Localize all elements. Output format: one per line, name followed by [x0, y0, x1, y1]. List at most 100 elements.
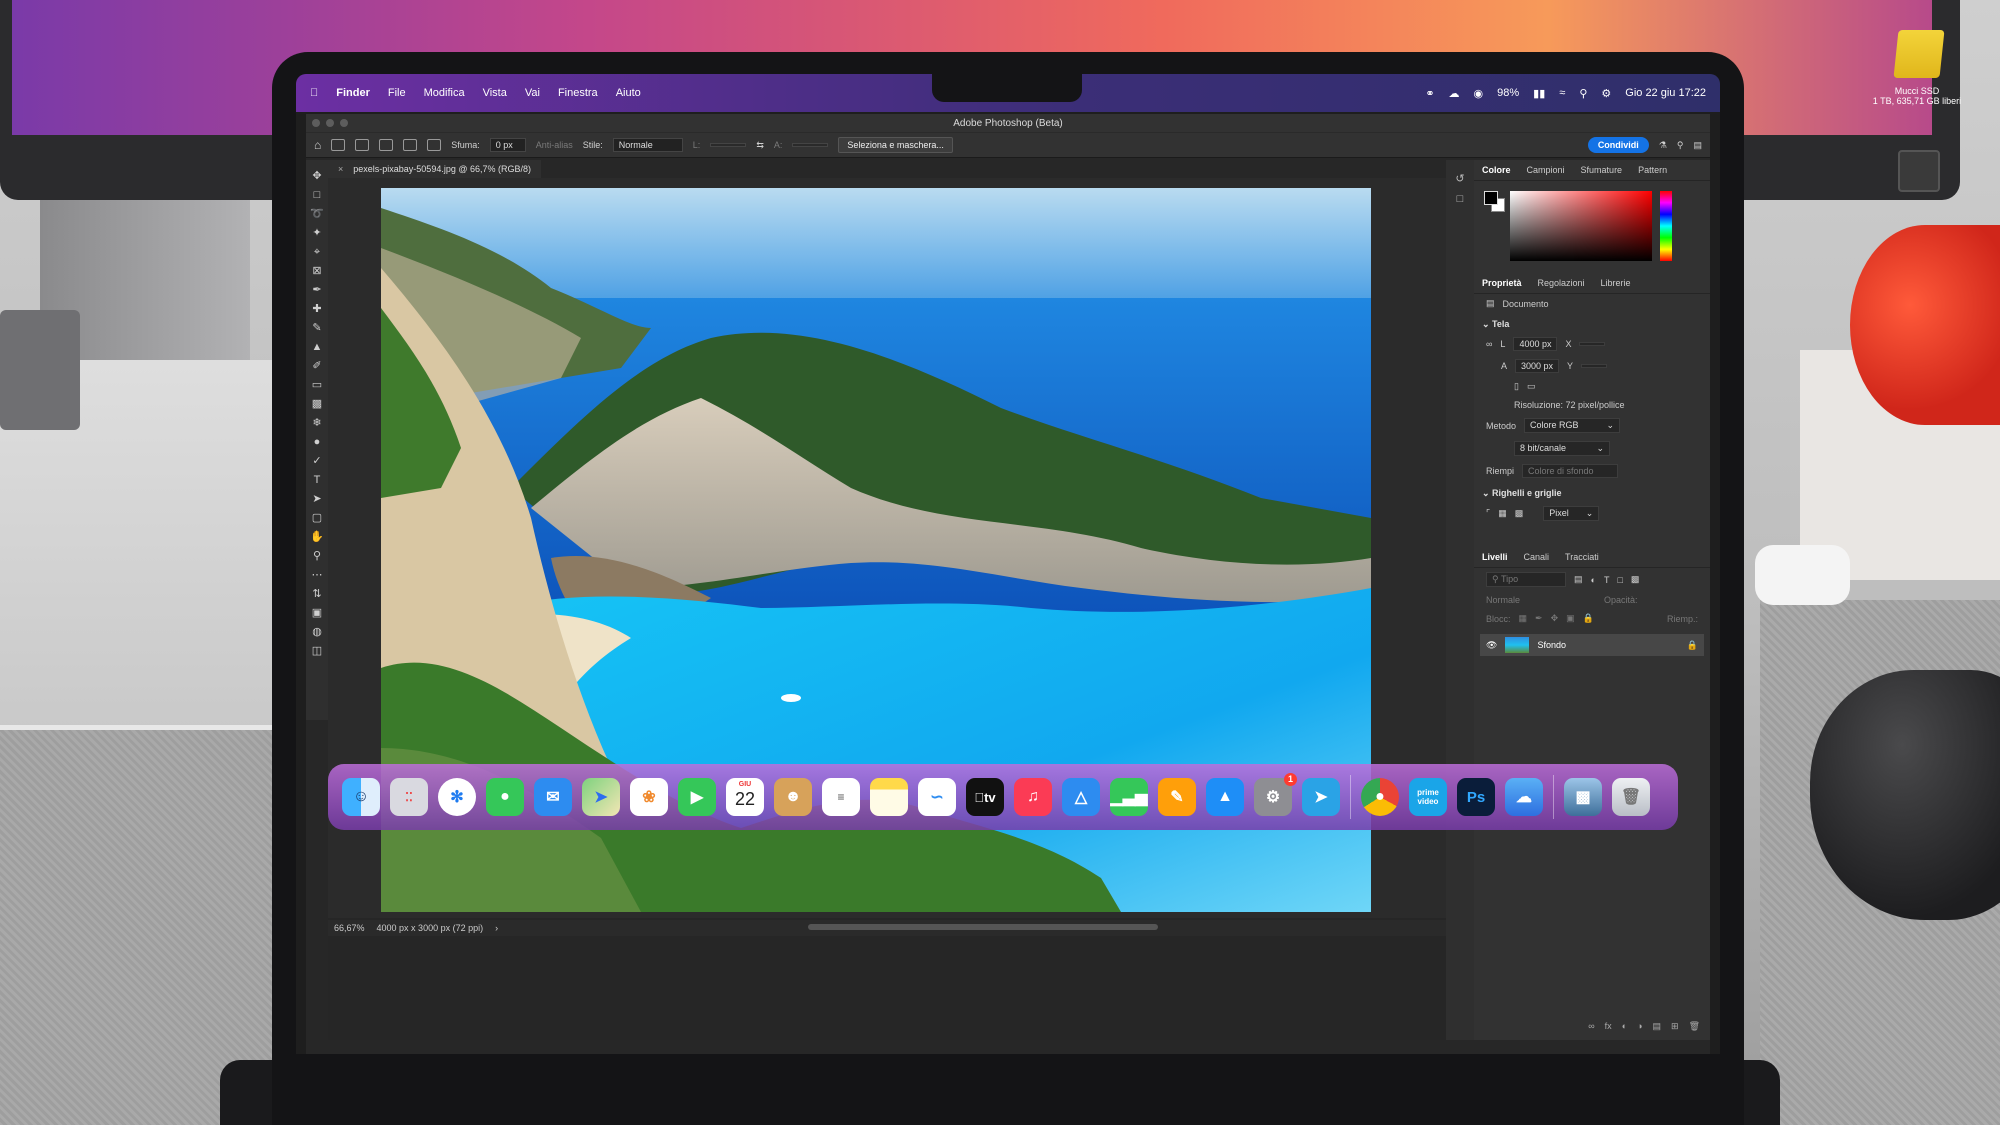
- system-settings-icon[interactable]: ⚙ 1: [1254, 773, 1297, 816]
- canvas-area[interactable]: 66,67% 4000 px x 3000 px (72 ppi) ›: [328, 178, 1462, 1040]
- lock-position-icon[interactable]: ✥: [1551, 613, 1559, 624]
- link-layers-icon[interactable]: ∞: [1588, 1021, 1594, 1032]
- battery-percentage[interactable]: 98%: [1497, 87, 1519, 99]
- trash-icon[interactable]: 🗑: [1612, 778, 1650, 816]
- rulers-grids-section[interactable]: ⌄ Righelli e griglie: [1474, 482, 1710, 502]
- layer-search-input[interactable]: ⚲ Tipo: [1486, 572, 1566, 587]
- tab-gradients[interactable]: Sfumature: [1581, 165, 1623, 175]
- prime-video-icon[interactable]: prime video: [1409, 778, 1447, 816]
- music-icon[interactable]: ♫: [1014, 778, 1052, 816]
- type-tool-icon[interactable]: T: [310, 474, 324, 486]
- tab-layers[interactable]: Livelli: [1482, 552, 1508, 562]
- new-group-icon[interactable]: ▤: [1653, 1021, 1662, 1032]
- safari-icon[interactable]: ✻: [438, 778, 476, 816]
- style-select[interactable]: Normale: [612, 138, 683, 152]
- bit-depth-select[interactable]: 8 bit/canale ⌄: [1514, 441, 1610, 456]
- fill-select[interactable]: Colore di sfondo: [1522, 464, 1619, 478]
- flask-icon[interactable]: ⚗: [1659, 140, 1667, 151]
- menu-go[interactable]: Vai: [525, 87, 540, 99]
- tab-paths[interactable]: Tracciati: [1565, 552, 1599, 562]
- notes-icon[interactable]: [870, 778, 908, 816]
- quick-mask-icon[interactable]: ◍: [310, 626, 324, 638]
- zoom-level[interactable]: 66,67%: [334, 923, 365, 933]
- launchpad-icon[interactable]: ⁚⁚: [390, 778, 428, 816]
- swap-dimensions-icon[interactable]: ⇆: [756, 140, 764, 151]
- adjustment-layer-icon[interactable]: ◑: [1637, 1021, 1642, 1032]
- document-tab[interactable]: × pexels-pixabay-50594.jpg @ 66,7% (RGB/…: [328, 160, 541, 178]
- workspace-icon[interactable]: ▤: [1693, 140, 1702, 151]
- tab-libraries[interactable]: Librerie: [1601, 278, 1631, 288]
- minimize-window-button[interactable]: [326, 119, 334, 127]
- canvas-x-input[interactable]: [1579, 342, 1606, 346]
- marquee-tool-preset-icon[interactable]: [331, 139, 346, 151]
- spotlight-search-icon[interactable]: ⚲: [1579, 87, 1587, 100]
- photoshop-icon[interactable]: Ps: [1457, 778, 1495, 816]
- screen-mode-icon[interactable]: ◫: [310, 645, 324, 657]
- canvas-width-input[interactable]: 4000 px: [1513, 337, 1558, 351]
- telegram-icon[interactable]: ➤: [1302, 778, 1340, 816]
- finder-icon[interactable]: ☺: [342, 778, 380, 816]
- numbers-icon[interactable]: ▁▃▅: [1110, 778, 1148, 816]
- status-menu-chevron-icon[interactable]: ›: [495, 923, 498, 933]
- history-panel-icon[interactable]: ↺: [1446, 172, 1474, 185]
- menu-edit[interactable]: Modifica: [424, 87, 465, 99]
- tab-patterns[interactable]: Pattern: [1638, 165, 1667, 175]
- more-tools-icon[interactable]: ⋯: [310, 569, 324, 581]
- portrait-orientation-icon[interactable]: ▯: [1514, 381, 1519, 392]
- link-dimensions-icon[interactable]: ∞: [1486, 339, 1492, 349]
- zoom-window-button[interactable]: [340, 119, 348, 127]
- icloud-icon[interactable]: ☁: [1505, 778, 1543, 816]
- menu-view[interactable]: Vista: [483, 87, 507, 99]
- mail-icon[interactable]: ✉: [534, 778, 572, 816]
- lasso-tool-icon[interactable]: ➰: [310, 208, 324, 220]
- horizontal-scrollbar[interactable]: [808, 924, 1158, 930]
- battery-icon[interactable]: ▮▮: [1533, 87, 1545, 100]
- feather-input[interactable]: 0 px: [489, 138, 526, 152]
- messages-icon[interactable]: ●: [486, 778, 524, 816]
- foreground-color-swatch[interactable]: [1484, 191, 1498, 205]
- guides-icon[interactable]: ▩: [1515, 508, 1524, 519]
- antialias-checkbox[interactable]: Anti-alias: [536, 140, 573, 150]
- clone-stamp-tool-icon[interactable]: ▲: [310, 341, 324, 353]
- blend-mode-select[interactable]: Normale: [1486, 595, 1596, 605]
- home-icon[interactable]: ⌂: [314, 138, 321, 152]
- filter-shape-icon[interactable]: □: [1617, 575, 1622, 585]
- rectangle-tool-icon[interactable]: ▢: [310, 512, 324, 524]
- saturation-value-field[interactable]: [1510, 191, 1652, 261]
- menubar-clock[interactable]: Gio 22 giu 17:22: [1625, 87, 1706, 99]
- canvas-y-input[interactable]: [1581, 364, 1608, 368]
- marquee-tool-icon[interactable]: □: [310, 189, 324, 201]
- brush-tool-icon[interactable]: ✎: [310, 322, 324, 334]
- units-select[interactable]: Pixel ⌄: [1543, 506, 1600, 521]
- grid-icon[interactable]: ▦: [1498, 508, 1507, 519]
- wifi-icon[interactable]: ≈: [1559, 87, 1565, 99]
- tab-properties[interactable]: Proprietà: [1482, 278, 1522, 288]
- cloud-sync-icon[interactable]: ☁: [1449, 87, 1460, 100]
- new-selection-icon[interactable]: [355, 139, 370, 151]
- menu-file[interactable]: File: [388, 87, 406, 99]
- history-brush-tool-icon[interactable]: ✐: [310, 360, 324, 372]
- menu-help[interactable]: Aiuto: [616, 87, 641, 99]
- ruler-icon[interactable]: ⌜: [1486, 508, 1490, 519]
- gradient-tool-icon[interactable]: ▩: [310, 398, 324, 410]
- tab-channels[interactable]: Canali: [1524, 552, 1550, 562]
- layer-row[interactable]: 👁 Sfondo 🔒: [1480, 634, 1704, 656]
- add-mask-icon[interactable]: ◐: [1622, 1021, 1627, 1032]
- lock-image-icon[interactable]: ✒: [1535, 613, 1543, 624]
- comments-panel-icon[interactable]: □: [1446, 193, 1474, 205]
- select-and-mask-button[interactable]: Seleziona e maschera...: [838, 137, 953, 153]
- ssd-drive-icon[interactable]: [1893, 30, 1945, 78]
- lock-all-icon[interactable]: 🔒: [1583, 613, 1594, 624]
- close-window-button[interactable]: [312, 119, 320, 127]
- menu-app-name[interactable]: Finder: [336, 87, 370, 99]
- facetime-icon[interactable]: ▶: [678, 778, 716, 816]
- keynote-icon[interactable]: △: [1062, 778, 1100, 816]
- subtract-selection-icon[interactable]: [403, 139, 418, 151]
- menu-window[interactable]: Finestra: [558, 87, 598, 99]
- search-icon[interactable]: ⚲: [1677, 140, 1684, 151]
- hue-slider[interactable]: [1660, 191, 1672, 261]
- frame-tool-icon[interactable]: ⊠: [310, 265, 324, 277]
- default-colors-icon[interactable]: ⇅: [310, 588, 324, 600]
- foreground-background-color-icon[interactable]: ▣: [310, 607, 324, 619]
- pages-icon[interactable]: ✎: [1158, 778, 1196, 816]
